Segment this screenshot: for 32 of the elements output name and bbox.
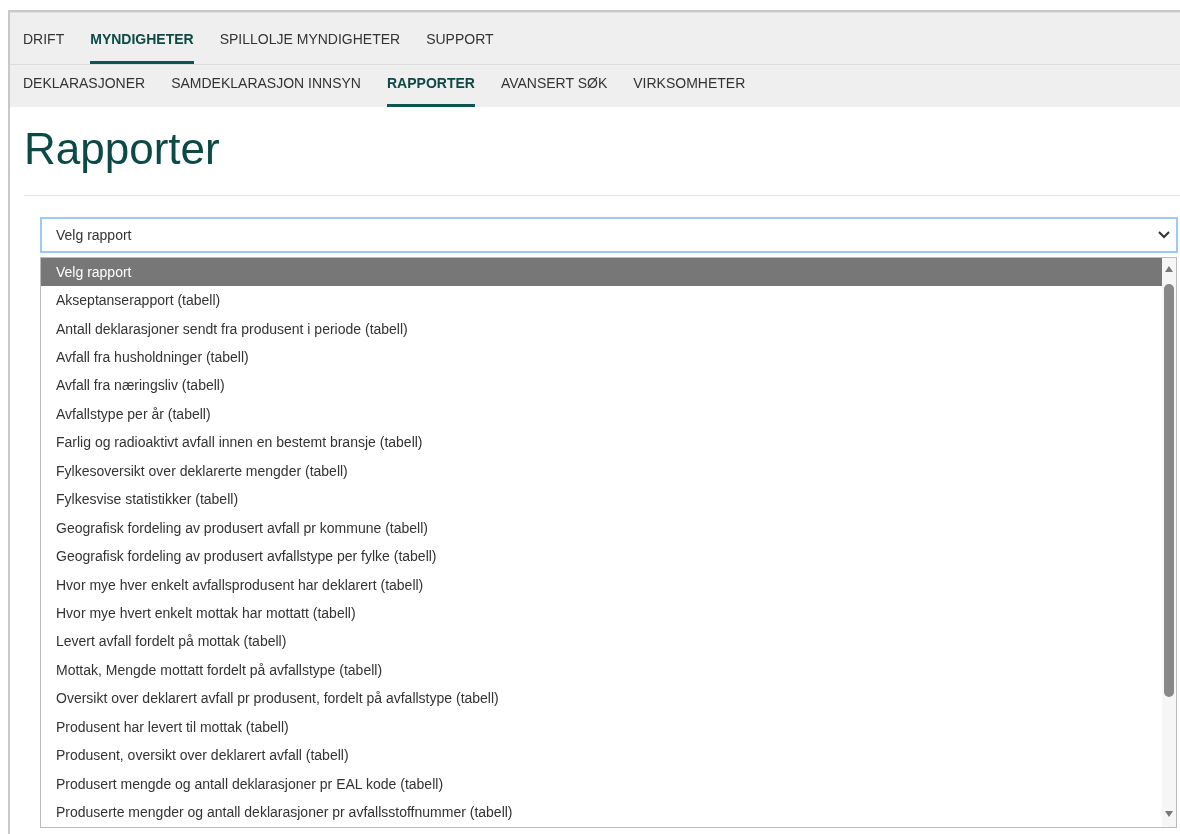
dropdown-option[interactable]: Avfall fra husholdninger (tabell) bbox=[41, 343, 1162, 372]
nav-tab[interactable]: SAMDEKLARASJON INNSYN bbox=[171, 73, 361, 107]
dropdown-option[interactable]: Fylkesvise statistikker (tabell) bbox=[41, 485, 1162, 514]
dropdown-option[interactable]: Produsert mengde og antall deklarasjoner pr EAL kode (tabell) bbox=[41, 769, 1162, 799]
nav-tab[interactable]: AVANSERT SØK bbox=[500, 73, 608, 107]
dropdown-option[interactable]: Geografisk fordeling av produsert avfallstype per fylke (tabell) bbox=[41, 542, 1162, 571]
dropdown-option[interactable]: Hvor mye hver enkelt avfallsprodusent har deklarert (tabell) bbox=[41, 570, 1162, 600]
page-title: Rapporter bbox=[24, 123, 221, 175]
dropdown-option[interactable]: Produsent, oversikt over deklarert avfall (tabell) bbox=[41, 741, 1162, 770]
dropdown-option[interactable]: Produserte mengder og antall deklarasjoner pr avfallsstoffnummer (tabell) bbox=[41, 798, 1162, 827]
dropdown-option[interactable]: Farlig og radioaktivt avfall innen en bestemt bransje (tabell) bbox=[41, 428, 1162, 458]
nav-tab[interactable]: SUPPORT bbox=[426, 29, 494, 64]
dropdown-option[interactable]: Produsent har levert til mottak (tabell) bbox=[41, 713, 1162, 742]
dropdown-option[interactable]: Avfallstype per år (tabell) bbox=[41, 400, 1162, 429]
report-select[interactable]: Velg rapport bbox=[40, 217, 1178, 253]
nav-tab[interactable]: DEKLARASJONER bbox=[23, 73, 146, 107]
dropdown-option[interactable]: Levert avfall fordelt på mottak (tabell) bbox=[41, 627, 1162, 657]
dropdown-option[interactable]: Hvor mye hvert enkelt mottak har mottatt (tabell) bbox=[41, 599, 1162, 628]
dropdown-option[interactable]: Avfall fra næringsliv (tabell) bbox=[41, 371, 1162, 401]
dropdown-option[interactable]: Oversikt over deklarert avfall pr produsent, fordelt på avfallstype (tabell) bbox=[41, 684, 1162, 713]
nav-tab[interactable]: DRIFT bbox=[23, 29, 65, 64]
nav-tab[interactable]: SPILLOLJE MYNDIGHETER bbox=[219, 29, 401, 64]
chevron-down-icon bbox=[1158, 231, 1170, 239]
scrollbar[interactable] bbox=[1162, 258, 1176, 827]
dropdown-option[interactable]: Akseptanserapport (tabell) bbox=[41, 286, 1162, 315]
nav-tab[interactable]: VIRKSOMHETER bbox=[633, 73, 746, 107]
dropdown-option[interactable]: Velg rapport bbox=[41, 258, 1162, 287]
dropdown-option[interactable]: Fylkesoversikt over deklarerte mengder (tabell) bbox=[41, 457, 1162, 486]
dropdown-option[interactable]: Mottak, Mengde mottatt fordelt på avfallstype (tabell) bbox=[41, 656, 1162, 685]
dropdown-option[interactable]: Geografisk fordeling av produsert avfall pr kommune (tabell) bbox=[41, 513, 1162, 543]
nav-tab[interactable]: RAPPORTER bbox=[387, 73, 475, 107]
dropdown-option[interactable]: Antall deklarasjoner sendt fra produsent i periode (tabell) bbox=[41, 314, 1162, 344]
